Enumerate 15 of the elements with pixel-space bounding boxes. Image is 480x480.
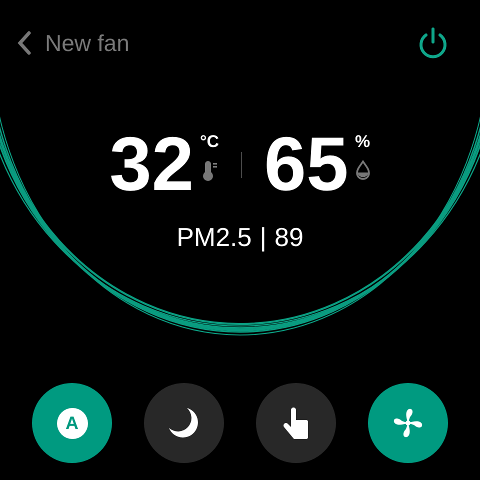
- unit-label: %: [355, 132, 370, 152]
- pm-label: PM2.5: [176, 222, 252, 253]
- droplet-icon: [354, 160, 371, 180]
- moon-icon: [167, 406, 201, 440]
- reading-value: 32: [109, 130, 194, 200]
- thermometer-icon: [201, 160, 218, 182]
- reading-value: 65: [264, 130, 349, 200]
- unit-label: °C: [200, 132, 220, 152]
- device-title: New fan: [45, 30, 130, 56]
- back-icon[interactable]: [17, 31, 31, 55]
- hand-icon: [282, 407, 310, 439]
- pm-value: 89: [274, 222, 304, 253]
- auto-mode-button[interactable]: A: [32, 383, 112, 463]
- fan-icon: [392, 407, 424, 439]
- separator-text: |: [260, 222, 266, 253]
